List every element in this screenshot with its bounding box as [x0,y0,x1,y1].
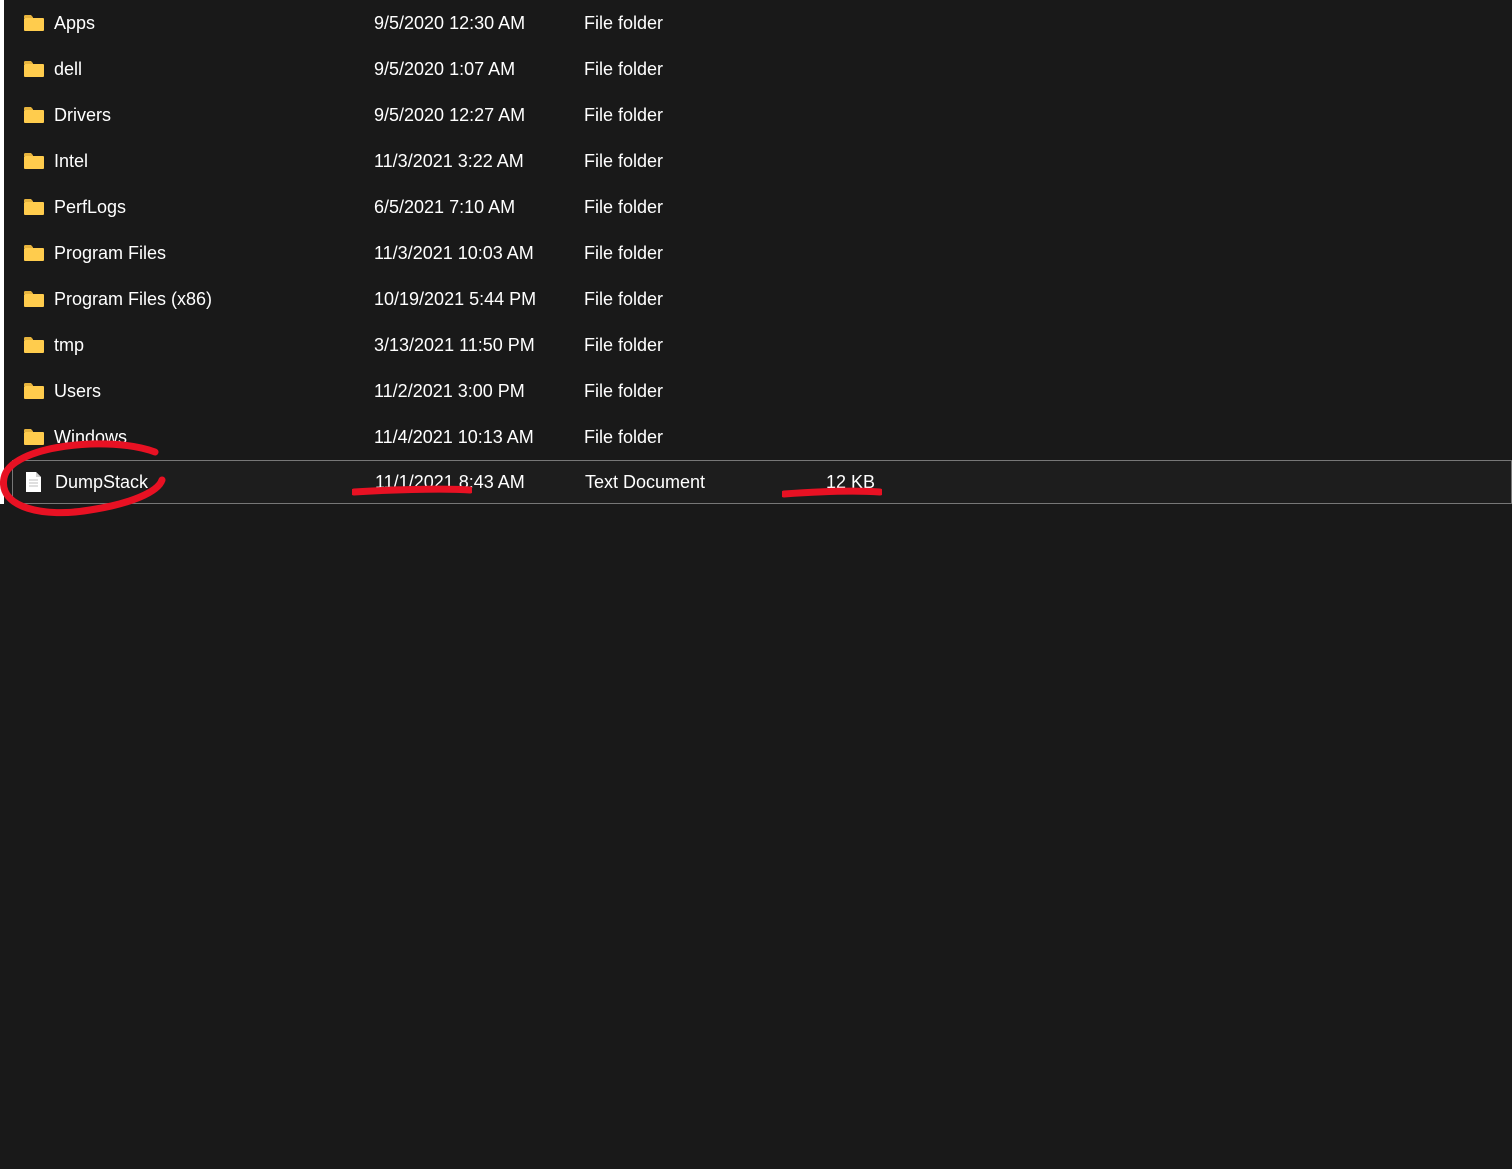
file-type: File folder [584,289,804,310]
file-row[interactable]: Intel11/3/2021 3:22 AMFile folder [12,138,1512,184]
file-name: Users [54,381,374,402]
file-name: Windows [54,427,374,448]
file-type: File folder [584,13,804,34]
folder-icon [24,199,54,215]
file-name: Apps [54,13,374,34]
file-name: Drivers [54,105,374,126]
file-type: File folder [584,105,804,126]
file-row[interactable]: Users11/2/2021 3:00 PMFile folder [12,368,1512,414]
file-size: 12 KB [805,472,885,493]
file-row[interactable]: Windows11/4/2021 10:13 AMFile folder [12,414,1512,460]
file-date: 11/3/2021 10:03 AM [374,243,584,264]
file-date: 10/19/2021 5:44 PM [374,289,584,310]
file-date: 11/1/2021 8:43 AM [375,472,585,493]
folder-icon [24,61,54,77]
folder-icon [24,153,54,169]
file-row[interactable]: PerfLogs6/5/2021 7:10 AMFile folder [12,184,1512,230]
folder-icon [24,291,54,307]
file-type: Text Document [585,472,805,493]
file-type: File folder [584,381,804,402]
file-icon [25,472,55,492]
file-name: Program Files [54,243,374,264]
file-type: File folder [584,197,804,218]
folder-icon [24,15,54,31]
file-row[interactable]: Program Files (x86)10/19/2021 5:44 PMFil… [12,276,1512,322]
file-date: 11/3/2021 3:22 AM [374,151,584,172]
folder-icon [24,429,54,445]
file-name: Intel [54,151,374,172]
file-type: File folder [584,243,804,264]
file-date: 11/2/2021 3:00 PM [374,381,584,402]
file-name: PerfLogs [54,197,374,218]
file-type: File folder [584,335,804,356]
folder-icon [24,245,54,261]
file-row[interactable]: Apps9/5/2020 12:30 AMFile folder [12,0,1512,46]
file-date: 9/5/2020 12:27 AM [374,105,584,126]
file-date: 9/5/2020 1:07 AM [374,59,584,80]
file-name: DumpStack [55,472,375,493]
folder-icon [24,337,54,353]
file-row[interactable]: tmp3/13/2021 11:50 PMFile folder [12,322,1512,368]
file-type: File folder [584,151,804,172]
file-date: 11/4/2021 10:13 AM [374,427,584,448]
file-date: 3/13/2021 11:50 PM [374,335,584,356]
file-name: dell [54,59,374,80]
file-name: Program Files (x86) [54,289,374,310]
folder-icon [24,383,54,399]
file-row[interactable]: DumpStack11/1/2021 8:43 AMText Document1… [12,460,1512,504]
file-type: File folder [584,427,804,448]
file-list: Apps9/5/2020 12:30 AMFile folder dell9/5… [0,0,1512,504]
file-name: tmp [54,335,374,356]
folder-icon [24,107,54,123]
file-date: 9/5/2020 12:30 AM [374,13,584,34]
file-row[interactable]: dell9/5/2020 1:07 AMFile folder [12,46,1512,92]
file-row[interactable]: Drivers9/5/2020 12:27 AMFile folder [12,92,1512,138]
file-date: 6/5/2021 7:10 AM [374,197,584,218]
file-row[interactable]: Program Files11/3/2021 10:03 AMFile fold… [12,230,1512,276]
file-type: File folder [584,59,804,80]
